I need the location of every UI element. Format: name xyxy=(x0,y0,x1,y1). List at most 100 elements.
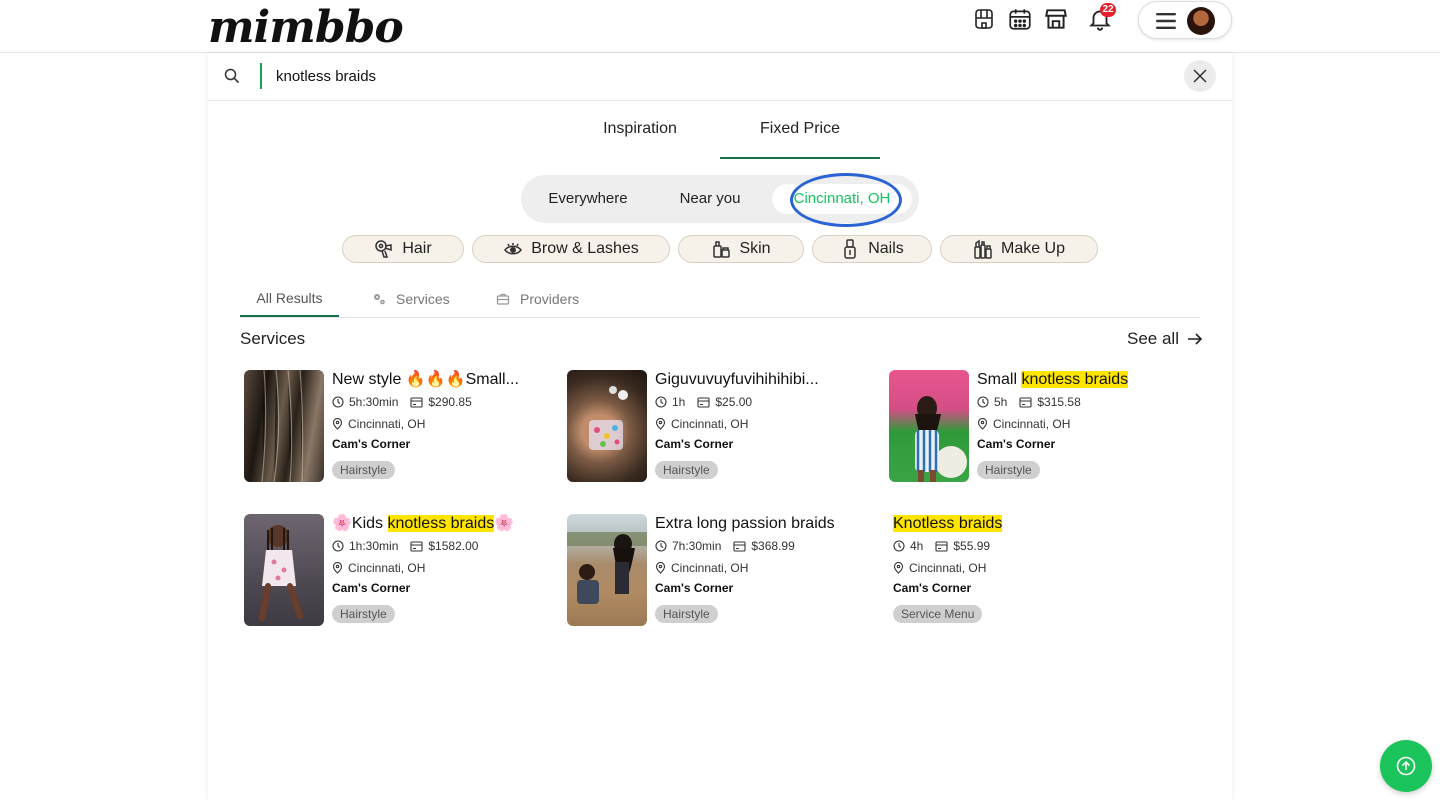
price-tag-icon xyxy=(410,396,423,408)
service-price: $315.58 xyxy=(1037,395,1081,409)
service-thumbnail xyxy=(244,370,324,482)
briefcase-icon xyxy=(496,293,510,305)
nail-polish-icon xyxy=(844,239,856,259)
service-tag: Hairstyle xyxy=(655,605,718,623)
service-meta: 1h $25.00 xyxy=(655,395,855,409)
tab-fixed-price[interactable]: Fixed Price xyxy=(720,113,880,159)
search-input[interactable] xyxy=(276,65,1156,87)
service-card[interactable]: Small knotless braids 5h $315.58 Cincinn… xyxy=(889,370,1189,482)
mimbbo-logo[interactable]: mimbbo xyxy=(208,2,404,53)
category-skin[interactable]: Skin xyxy=(678,235,804,263)
clock-icon xyxy=(655,396,667,408)
provider-name[interactable]: Cam's Corner xyxy=(332,581,542,595)
service-location: Cincinnati, OH xyxy=(348,561,426,575)
clear-search-button[interactable] xyxy=(1184,60,1216,92)
tab-label: Services xyxy=(396,291,450,307)
service-card[interactable]: Knotless braids 4h $55.99 Cincinnati, OH… xyxy=(889,514,1189,626)
notifications-icon[interactable]: 22 xyxy=(1086,3,1116,33)
category-brow-lashes[interactable]: Brow & Lashes xyxy=(472,235,670,263)
service-location: Cincinnati, OH xyxy=(348,417,426,431)
tab-all-results[interactable]: All Results xyxy=(240,281,339,317)
clock-icon xyxy=(332,396,344,408)
provider-name[interactable]: Cam's Corner xyxy=(893,581,1113,595)
service-location-row: Cincinnati, OH xyxy=(893,561,1113,575)
location-pin-icon xyxy=(332,418,343,430)
service-tag: Hairstyle xyxy=(655,461,718,479)
hamburger-icon xyxy=(1156,13,1176,29)
clock-icon xyxy=(977,396,989,408)
service-card[interactable]: Extra long passion braids 7h:30min $368.… xyxy=(567,514,867,626)
clock-icon xyxy=(655,540,667,552)
see-all-link[interactable]: See all xyxy=(1127,329,1203,349)
service-price: $368.99 xyxy=(751,539,795,553)
store-icon[interactable] xyxy=(1042,5,1070,33)
category-label: Make Up xyxy=(1000,240,1066,257)
mode-tabs: Inspiration Fixed Price xyxy=(560,113,880,159)
location-pin-icon xyxy=(893,562,904,574)
arrow-right-icon xyxy=(1187,333,1203,345)
search-caret xyxy=(260,63,262,89)
category-nails[interactable]: Nails xyxy=(812,235,932,263)
category-hair[interactable]: Hair xyxy=(342,235,464,263)
salon-icon[interactable] xyxy=(970,5,998,33)
service-location-row: Cincinnati, OH xyxy=(332,417,532,431)
location-pin-icon xyxy=(655,418,666,430)
service-location-row: Cincinnati, OH xyxy=(655,417,855,431)
service-price: $25.00 xyxy=(715,395,753,409)
provider-name[interactable]: Cam's Corner xyxy=(332,437,532,451)
tab-inspiration[interactable]: Inspiration xyxy=(560,113,720,159)
location-pin-icon xyxy=(332,562,343,574)
service-price: $1582.00 xyxy=(428,539,479,553)
service-duration: 4h xyxy=(910,539,924,553)
location-cincinnati[interactable]: Cincinnati, OH xyxy=(772,184,912,214)
service-card[interactable]: Giguvuvuyfuvihihihibi... 1h $25.00 Cinci… xyxy=(567,370,867,482)
location-pin-icon xyxy=(977,418,988,430)
service-meta: 1h:30min $1582.00 xyxy=(332,539,542,553)
search-highlight: Knotless braids xyxy=(893,515,1003,532)
category-make-up[interactable]: Make Up xyxy=(940,235,1098,263)
search-highlight: knotless braids xyxy=(1021,371,1129,388)
service-location-row: Cincinnati, OH xyxy=(332,561,542,575)
arrow-up-icon xyxy=(1396,756,1416,776)
tab-label: Providers xyxy=(520,291,580,307)
clock-icon xyxy=(332,540,344,552)
service-price: $55.99 xyxy=(953,539,991,553)
location-everywhere[interactable]: Everywhere xyxy=(539,184,637,214)
account-menu-button[interactable] xyxy=(1138,1,1232,39)
service-meta: 7h:30min $368.99 xyxy=(655,539,865,553)
provider-name[interactable]: Cam's Corner xyxy=(655,437,855,451)
location-pin-icon xyxy=(655,562,666,574)
scroll-to-top-button[interactable] xyxy=(1380,740,1432,792)
provider-name[interactable]: Cam's Corner xyxy=(977,437,1177,451)
tab-services[interactable]: Services xyxy=(372,281,450,317)
service-tag: Hairstyle xyxy=(332,461,395,479)
price-tag-icon xyxy=(733,540,746,552)
notification-badge: 22 xyxy=(1100,3,1116,17)
hair-dryer-icon xyxy=(375,240,393,258)
service-meta: 5h:30min $290.85 xyxy=(332,395,532,409)
price-tag-icon xyxy=(410,540,423,552)
search-icon xyxy=(224,68,240,84)
top-icons: 22 xyxy=(970,3,1122,33)
service-thumbnail xyxy=(889,370,969,482)
service-title: 🌸Kids knotless braids🌸 xyxy=(332,515,515,532)
service-location: Cincinnati, OH xyxy=(671,417,749,431)
search-highlight: knotless braids xyxy=(387,515,495,532)
service-card[interactable]: 🌸Kids knotless braids🌸 1h:30min $1582.00… xyxy=(244,514,544,626)
service-title: Small knotless braids xyxy=(977,371,1129,388)
service-title: Extra long passion braids xyxy=(655,515,835,532)
location-near-you[interactable]: Near you xyxy=(667,184,753,214)
section-title: Services xyxy=(240,329,306,348)
service-thumbnail xyxy=(567,514,647,626)
search-bar xyxy=(208,53,1232,101)
service-duration: 1h:30min xyxy=(349,539,399,553)
provider-name[interactable]: Cam's Corner xyxy=(655,581,865,595)
tab-providers[interactable]: Providers xyxy=(496,281,579,317)
service-title: New style 🔥🔥🔥Small... xyxy=(332,371,519,388)
calendar-icon[interactable] xyxy=(1006,5,1034,33)
service-card[interactable]: New style 🔥🔥🔥Small... 5h:30min $290.85 C… xyxy=(244,370,544,482)
service-meta: 4h $55.99 xyxy=(893,539,1113,553)
skincare-icon xyxy=(713,241,731,258)
service-duration: 5h:30min xyxy=(349,395,399,409)
service-tag: Service Menu xyxy=(893,605,983,623)
